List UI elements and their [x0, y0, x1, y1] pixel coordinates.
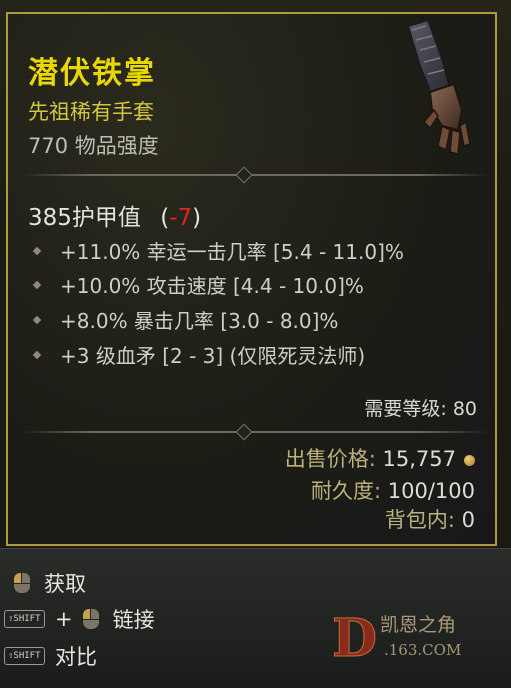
shift-key-icon: ⇧SHIFT — [4, 610, 45, 628]
bullet-icon — [32, 315, 42, 324]
bullet-icon — [32, 246, 42, 255]
item-type: 先祖稀有手套 — [28, 100, 154, 124]
bag-count: 背包内: 0 — [385, 504, 475, 534]
obtain-action[interactable]: 获取 — [14, 568, 86, 598]
svg-text:D: D — [332, 608, 377, 666]
armor-delta: -7 — [169, 205, 193, 231]
link-action[interactable]: ⇧SHIFT + 链接 — [4, 604, 155, 634]
shift-key-icon: ⇧SHIFT — [4, 647, 45, 665]
affix-text: +8.0% 暴击几率 [3.0 - 8.0]% — [60, 309, 339, 333]
sell-label: 出售价格: — [284, 447, 376, 471]
durability: 耐久度: 100/100 — [311, 475, 475, 505]
affix-line: +8.0% 暴击几率 [3.0 - 8.0]% — [32, 305, 339, 334]
watermark-url: .163.COM — [384, 641, 462, 659]
armor-paren-open: ( — [160, 205, 170, 231]
durability-value: 100/100 — [387, 479, 475, 503]
compare-label: 对比 — [55, 645, 97, 669]
sell-value: 15,757 — [382, 447, 456, 471]
bullet-icon — [32, 350, 42, 359]
header-divider — [22, 174, 488, 176]
bag-label: 背包内: — [384, 508, 455, 532]
affix-line: +3 级血矛 [2 - 3] (仅限死灵法师) — [32, 340, 366, 369]
obtain-label: 获取 — [44, 572, 86, 596]
plus-sign: + — [55, 607, 73, 631]
sell-price: 出售价格: 15,757 — [285, 443, 475, 473]
compare-action[interactable]: ⇧SHIFT 对比 — [4, 641, 97, 671]
mouse-left-click-icon — [82, 609, 99, 629]
gauntlet-icon — [406, 18, 471, 155]
affix-line: +11.0% 幸运一击几率 [5.4 - 11.0]% — [32, 236, 404, 265]
mouse-left-click-icon — [14, 573, 30, 593]
footer-divider — [22, 431, 488, 433]
gold-coin-icon — [464, 454, 475, 466]
watermark-name: 凯恩之角 — [380, 614, 457, 636]
armor-text: 385护甲值 — [28, 205, 141, 231]
armor-paren-close: ) — [192, 205, 202, 231]
link-label: 链接 — [112, 608, 155, 632]
item-name: 潜伏铁掌 — [28, 56, 156, 91]
affix-line: +10.0% 攻击速度 [4.4 - 10.0]% — [32, 270, 364, 299]
affix-text: +3 级血矛 [2 - 3] (仅限死灵法师) — [60, 344, 366, 368]
item-power: 770 物品强度 — [28, 134, 159, 158]
required-level: 需要等级: 80 — [364, 398, 477, 420]
bullet-icon — [32, 280, 42, 289]
armor-value: 385护甲值 (-7) — [28, 198, 201, 232]
durability-label: 耐久度: — [310, 479, 382, 503]
bag-value: 0 — [461, 508, 475, 532]
affix-text: +10.0% 攻击速度 [4.4 - 10.0]% — [60, 274, 364, 298]
affix-text: +11.0% 幸运一击几率 [5.4 - 11.0]% — [60, 240, 404, 264]
item-tooltip: 潜伏铁掌 先祖稀有手套 770 物品强度 385护甲值 (-7) +11.0% … — [0, 0, 511, 548]
